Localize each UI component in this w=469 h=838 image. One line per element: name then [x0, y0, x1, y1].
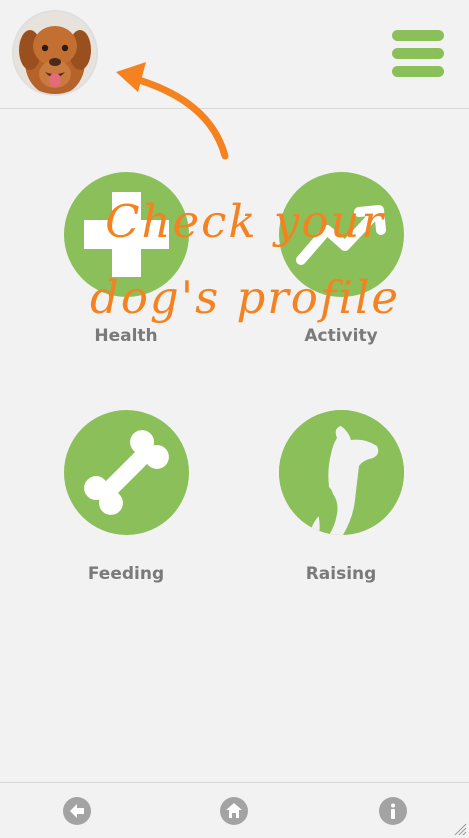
dog-photo — [14, 12, 96, 94]
bottom-nav — [0, 782, 469, 838]
tile-raising-label: Raising — [305, 564, 377, 584]
menu-button[interactable] — [392, 30, 444, 78]
menu-bar-top — [392, 30, 444, 41]
tile-activity-label: Activity — [304, 326, 378, 346]
medical-cross-icon — [63, 172, 189, 297]
tile-activity[interactable]: Activity — [241, 172, 441, 372]
tile-raising[interactable]: Raising — [241, 410, 441, 610]
dog-and-puppy-icon — [278, 410, 404, 535]
app-header — [0, 0, 469, 109]
menu-bar-middle — [392, 48, 444, 59]
back-arrow-icon[interactable] — [63, 797, 91, 825]
tile-feeding[interactable]: Feeding — [26, 410, 226, 610]
info-icon[interactable] — [379, 797, 407, 825]
bone-icon — [63, 410, 189, 535]
menu-bar-bottom — [392, 66, 444, 77]
resize-grip-icon[interactable] — [453, 822, 467, 836]
home-icon[interactable] — [220, 797, 248, 825]
trend-up-icon — [278, 172, 404, 297]
tile-feeding-label: Feeding — [87, 564, 165, 584]
tile-health[interactable]: Health — [26, 172, 226, 372]
dog-avatar[interactable] — [14, 12, 96, 94]
tile-health-label: Health — [94, 326, 158, 346]
